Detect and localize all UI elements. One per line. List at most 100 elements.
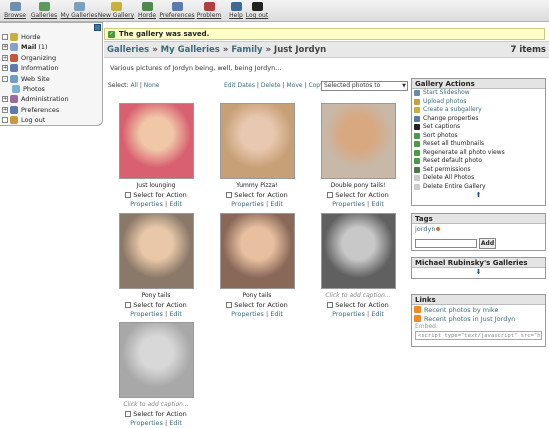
select-none-link[interactable]: None (144, 82, 160, 89)
sidebar-item-administration[interactable]: + Administration (2, 94, 69, 104)
toolbar-horde-button[interactable]: Horde (133, 2, 161, 19)
add-tag-button[interactable]: Add (479, 238, 496, 249)
gallery-action-label[interactable]: Upload photos (423, 98, 466, 106)
target-gallery-select[interactable]: Selected photos to ▼ (321, 81, 408, 91)
select-all-link[interactable]: All (130, 82, 137, 89)
gallery-action-label[interactable]: Delete Entire Gallery (423, 183, 486, 191)
select-checkbox[interactable] (125, 192, 132, 198)
sidebar-item-organizing[interactable]: + Organizing (2, 53, 56, 63)
edit-link[interactable]: Edit (270, 310, 283, 318)
toolbar-problem-button[interactable]: Problem (195, 2, 223, 19)
photo-thumbnail[interactable] (321, 103, 396, 179)
gallery-action-item[interactable]: Reset all thumbnails (412, 140, 545, 149)
select-for-action[interactable]: Select for Action (111, 191, 201, 199)
gallery-action-label[interactable]: Sort photos (423, 132, 458, 140)
tag-input[interactable] (415, 239, 477, 248)
gallery-action-item[interactable]: Create a subgallery (412, 106, 545, 115)
select-checkbox[interactable] (226, 192, 233, 198)
gallery-action-label[interactable]: Set captions (423, 123, 460, 131)
gallery-action-label[interactable]: Reset default photo (423, 157, 482, 165)
properties-link[interactable]: Properties (130, 200, 163, 208)
sidebar-item-horde[interactable]: Horde (2, 32, 41, 42)
photo-thumbnail[interactable] (119, 213, 194, 289)
gallery-action-item[interactable]: Reset default photo (412, 157, 545, 166)
breadcrumb-galleries[interactable]: Galleries (107, 45, 149, 55)
rss-link[interactable]: Recent photos by mike (424, 306, 498, 314)
select-for-action[interactable]: Select for Action (111, 410, 201, 418)
edit-link[interactable]: Edit (270, 200, 283, 208)
expand-toggle-icon[interactable] (2, 34, 8, 40)
toolbar-preferences-button[interactable]: Preferences (158, 2, 196, 19)
gallery-action-label[interactable]: Create a subgallery (423, 106, 482, 114)
select-for-action[interactable]: Select for Action (212, 301, 302, 309)
properties-link[interactable]: Properties (130, 419, 163, 427)
edit-link[interactable]: Edit (169, 419, 182, 427)
gallery-action-label[interactable]: Regenerate all photo views (423, 149, 505, 157)
rss-link-row[interactable]: Recent photos by mike (412, 305, 545, 314)
sidebar-item-web-site[interactable]: - Web Site (2, 74, 50, 84)
select-checkbox[interactable] (226, 302, 233, 308)
photo-thumbnail[interactable] (220, 103, 295, 179)
gallery-action-item[interactable]: Delete All Photos (412, 174, 545, 183)
photo-caption[interactable]: Click to add caption... (111, 401, 201, 408)
edit-dates-link[interactable]: Edit Dates (224, 82, 255, 89)
gallery-action-item[interactable]: Regenerate all photo views (412, 149, 545, 158)
select-checkbox[interactable] (125, 411, 132, 417)
photo-thumbnail[interactable] (220, 213, 295, 289)
gallery-action-item[interactable]: Upload photos (412, 98, 545, 107)
edit-link[interactable]: Edit (169, 310, 182, 318)
toolbar-my-galleries-button[interactable]: My Galleries (60, 2, 98, 19)
photo-thumbnail[interactable] (119, 103, 194, 179)
properties-link[interactable]: Properties (231, 200, 264, 208)
select-checkbox[interactable] (327, 192, 334, 198)
gallery-action-item[interactable]: Sort photos (412, 132, 545, 141)
gallery-action-item[interactable]: Change properties (412, 115, 545, 124)
sidebar-item-mail[interactable]: + Mail (1) (2, 42, 48, 52)
select-for-action[interactable]: Select for Action (313, 191, 403, 199)
properties-link[interactable]: Properties (332, 310, 365, 318)
expand-toggle-icon[interactable]: + (2, 65, 8, 72)
sidebar-item-log-out[interactable]: Log out (2, 115, 45, 125)
properties-link[interactable]: Properties (231, 310, 264, 318)
edit-link[interactable]: Edit (169, 200, 182, 208)
rss-link-row[interactable]: Recent photos in Just Jordyn (412, 314, 545, 323)
toolbar-log-out-button[interactable]: Log out (243, 2, 271, 19)
sidebar-item-photos[interactable]: Photos (12, 84, 45, 94)
remove-tag-icon[interactable] (436, 227, 441, 231)
sidebar-toggle-button[interactable] (94, 24, 101, 31)
photo-caption[interactable]: Click to add caption... (313, 292, 403, 299)
select-for-action[interactable]: Select for Action (313, 301, 403, 309)
photo-thumbnail[interactable] (321, 213, 396, 289)
expand-down-icon[interactable]: ⬇ (412, 268, 545, 277)
edit-link[interactable]: Edit (371, 310, 384, 318)
sidebar-item-preferences[interactable]: + Preferences (2, 105, 59, 115)
gallery-action-item[interactable]: Delete Entire Gallery (412, 183, 545, 192)
delete-link[interactable]: Delete (261, 82, 281, 89)
gallery-action-label[interactable]: Delete All Photos (423, 174, 474, 182)
photo-thumbnail[interactable] (119, 322, 194, 398)
expand-toggle-icon[interactable]: + (2, 96, 8, 103)
toolbar-new-gallery-button[interactable]: New Gallery (97, 2, 135, 19)
select-checkbox[interactable] (327, 302, 334, 308)
toolbar-browse-button[interactable]: Browse (1, 2, 29, 19)
expand-toggle-icon[interactable]: - (2, 75, 8, 82)
properties-link[interactable]: Properties (332, 200, 365, 208)
gallery-action-item[interactable]: Set permissions (412, 166, 545, 175)
gallery-action-item[interactable]: Start Slideshow (412, 89, 545, 98)
rss-link[interactable]: Recent photos in Just Jordyn (424, 315, 515, 323)
properties-link[interactable]: Properties (130, 310, 163, 318)
expand-toggle-icon[interactable]: + (2, 54, 8, 61)
select-checkbox[interactable] (125, 302, 132, 308)
tag-link[interactable]: jordyn (415, 225, 435, 233)
expand-toggle-icon[interactable]: + (2, 106, 8, 113)
move-link[interactable]: Move (286, 82, 302, 89)
gallery-action-label[interactable]: Reset all thumbnails (423, 140, 484, 148)
breadcrumb-family[interactable]: Family (231, 45, 262, 55)
sidebar-item-information[interactable]: + Information (2, 63, 59, 73)
gallery-action-label[interactable]: Start Slideshow (423, 89, 470, 97)
gallery-action-label[interactable]: Change properties (423, 115, 479, 123)
select-for-action[interactable]: Select for Action (111, 301, 201, 309)
select-for-action[interactable]: Select for Action (212, 191, 302, 199)
gallery-action-label[interactable]: Set permissions (423, 166, 471, 174)
embed-code-field[interactable]: <script type="text/javascript" src="http (415, 331, 542, 340)
